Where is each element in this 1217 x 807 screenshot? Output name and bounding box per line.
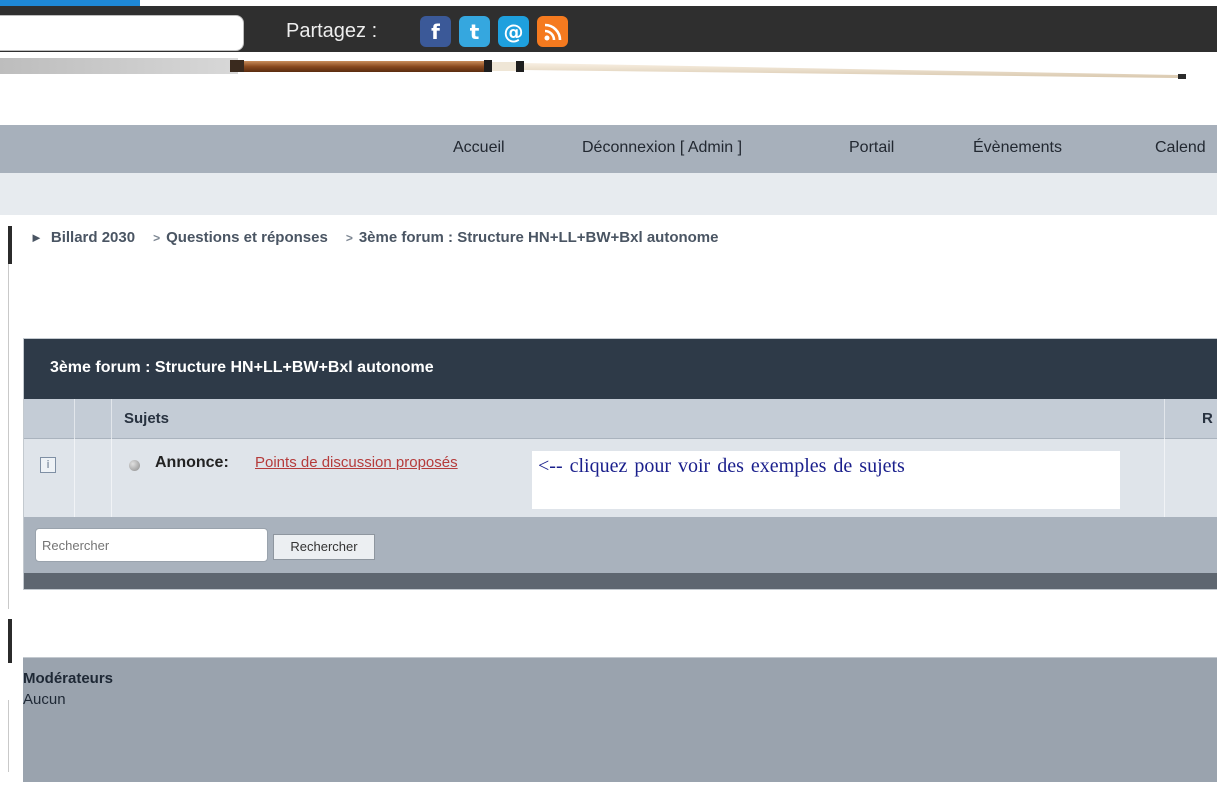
forum-search-button[interactable]: Rechercher (273, 534, 375, 560)
pool-cue-banner (0, 52, 1217, 124)
breadcrumb-item-forum[interactable]: 3ème forum : Structure HN+LL+BW+Bxl auto… (359, 229, 719, 246)
annotation-text: <-- cliquez pour voir des exemples de su… (538, 455, 905, 477)
sub-nav-bar (0, 173, 1217, 215)
breadcrumb-item-home[interactable]: Billard 2030 (51, 229, 135, 246)
top-share-bar: Partagez : f t @ (0, 6, 1217, 52)
column-divider (111, 439, 112, 517)
moderators-panel: Modérateurs Aucun (23, 657, 1217, 782)
forum-title: 3ème forum : Structure HN+LL+BW+Bxl auto… (50, 359, 434, 376)
breadcrumb: ► Billard 2030 > Questions et réponses >3ème… (30, 229, 737, 249)
facebook-icon[interactable]: f (420, 16, 451, 47)
table-row: i Annonce: Points de discussion proposés… (24, 439, 1217, 517)
annotation-box: <-- cliquez pour voir des exemples de su… (532, 451, 1120, 509)
email-icon[interactable]: @ (498, 16, 529, 47)
info-icon: i (40, 457, 56, 473)
main-nav: Accueil Déconnexion [ Admin ] Portail Év… (0, 125, 1217, 173)
forum-search-input[interactable] (35, 528, 268, 562)
topics-column-header: Sujets R (24, 399, 1217, 439)
breadcrumb-arrow-icon: ► (30, 230, 43, 245)
rss-icon[interactable] (537, 16, 568, 47)
forum-panel-header: 3ème forum : Structure HN+LL+BW+Bxl auto… (24, 339, 1217, 399)
nav-accueil[interactable]: Accueil (453, 125, 505, 173)
breadcrumb-separator-icon: > (345, 231, 353, 245)
left-edge-line (8, 264, 9, 609)
left-edge-line (8, 700, 9, 772)
nav-deconnexion[interactable]: Déconnexion [ Admin ] (582, 125, 742, 173)
nav-evenements[interactable]: Évènements (973, 125, 1062, 173)
share-icons: f t @ (420, 16, 568, 47)
share-label: Partagez : (286, 20, 378, 42)
column-divider (111, 399, 112, 439)
forum-search-bar: Rechercher (24, 517, 1217, 573)
column-divider (1164, 439, 1165, 517)
nav-portail[interactable]: Portail (849, 125, 894, 173)
forum-panel: 3ème forum : Structure HN+LL+BW+Bxl auto… (23, 338, 1217, 590)
column-reponses: R (1202, 410, 1213, 427)
announcement-label: Annonce: (155, 454, 229, 471)
left-edge-mark (8, 226, 12, 264)
moderators-title: Modérateurs (23, 670, 114, 687)
column-divider (1164, 399, 1165, 439)
column-divider (74, 399, 75, 439)
left-edge-mark (8, 619, 12, 663)
column-divider (74, 439, 75, 517)
breadcrumb-separator-icon: > (153, 231, 161, 245)
twitter-icon[interactable]: t (459, 16, 490, 47)
forum-panel-footer (24, 573, 1217, 589)
topic-status-icon (129, 460, 140, 471)
nav-calendrier[interactable]: Calend (1155, 125, 1206, 173)
announcement-link[interactable]: Points de discussion proposés (255, 454, 458, 471)
breadcrumb-item-category[interactable]: Questions et réponses (166, 229, 328, 246)
column-sujets: Sujets (124, 410, 170, 427)
moderators-value: Aucun (23, 691, 66, 708)
pool-cue-image (0, 58, 1186, 79)
top-search-field[interactable] (0, 15, 244, 51)
